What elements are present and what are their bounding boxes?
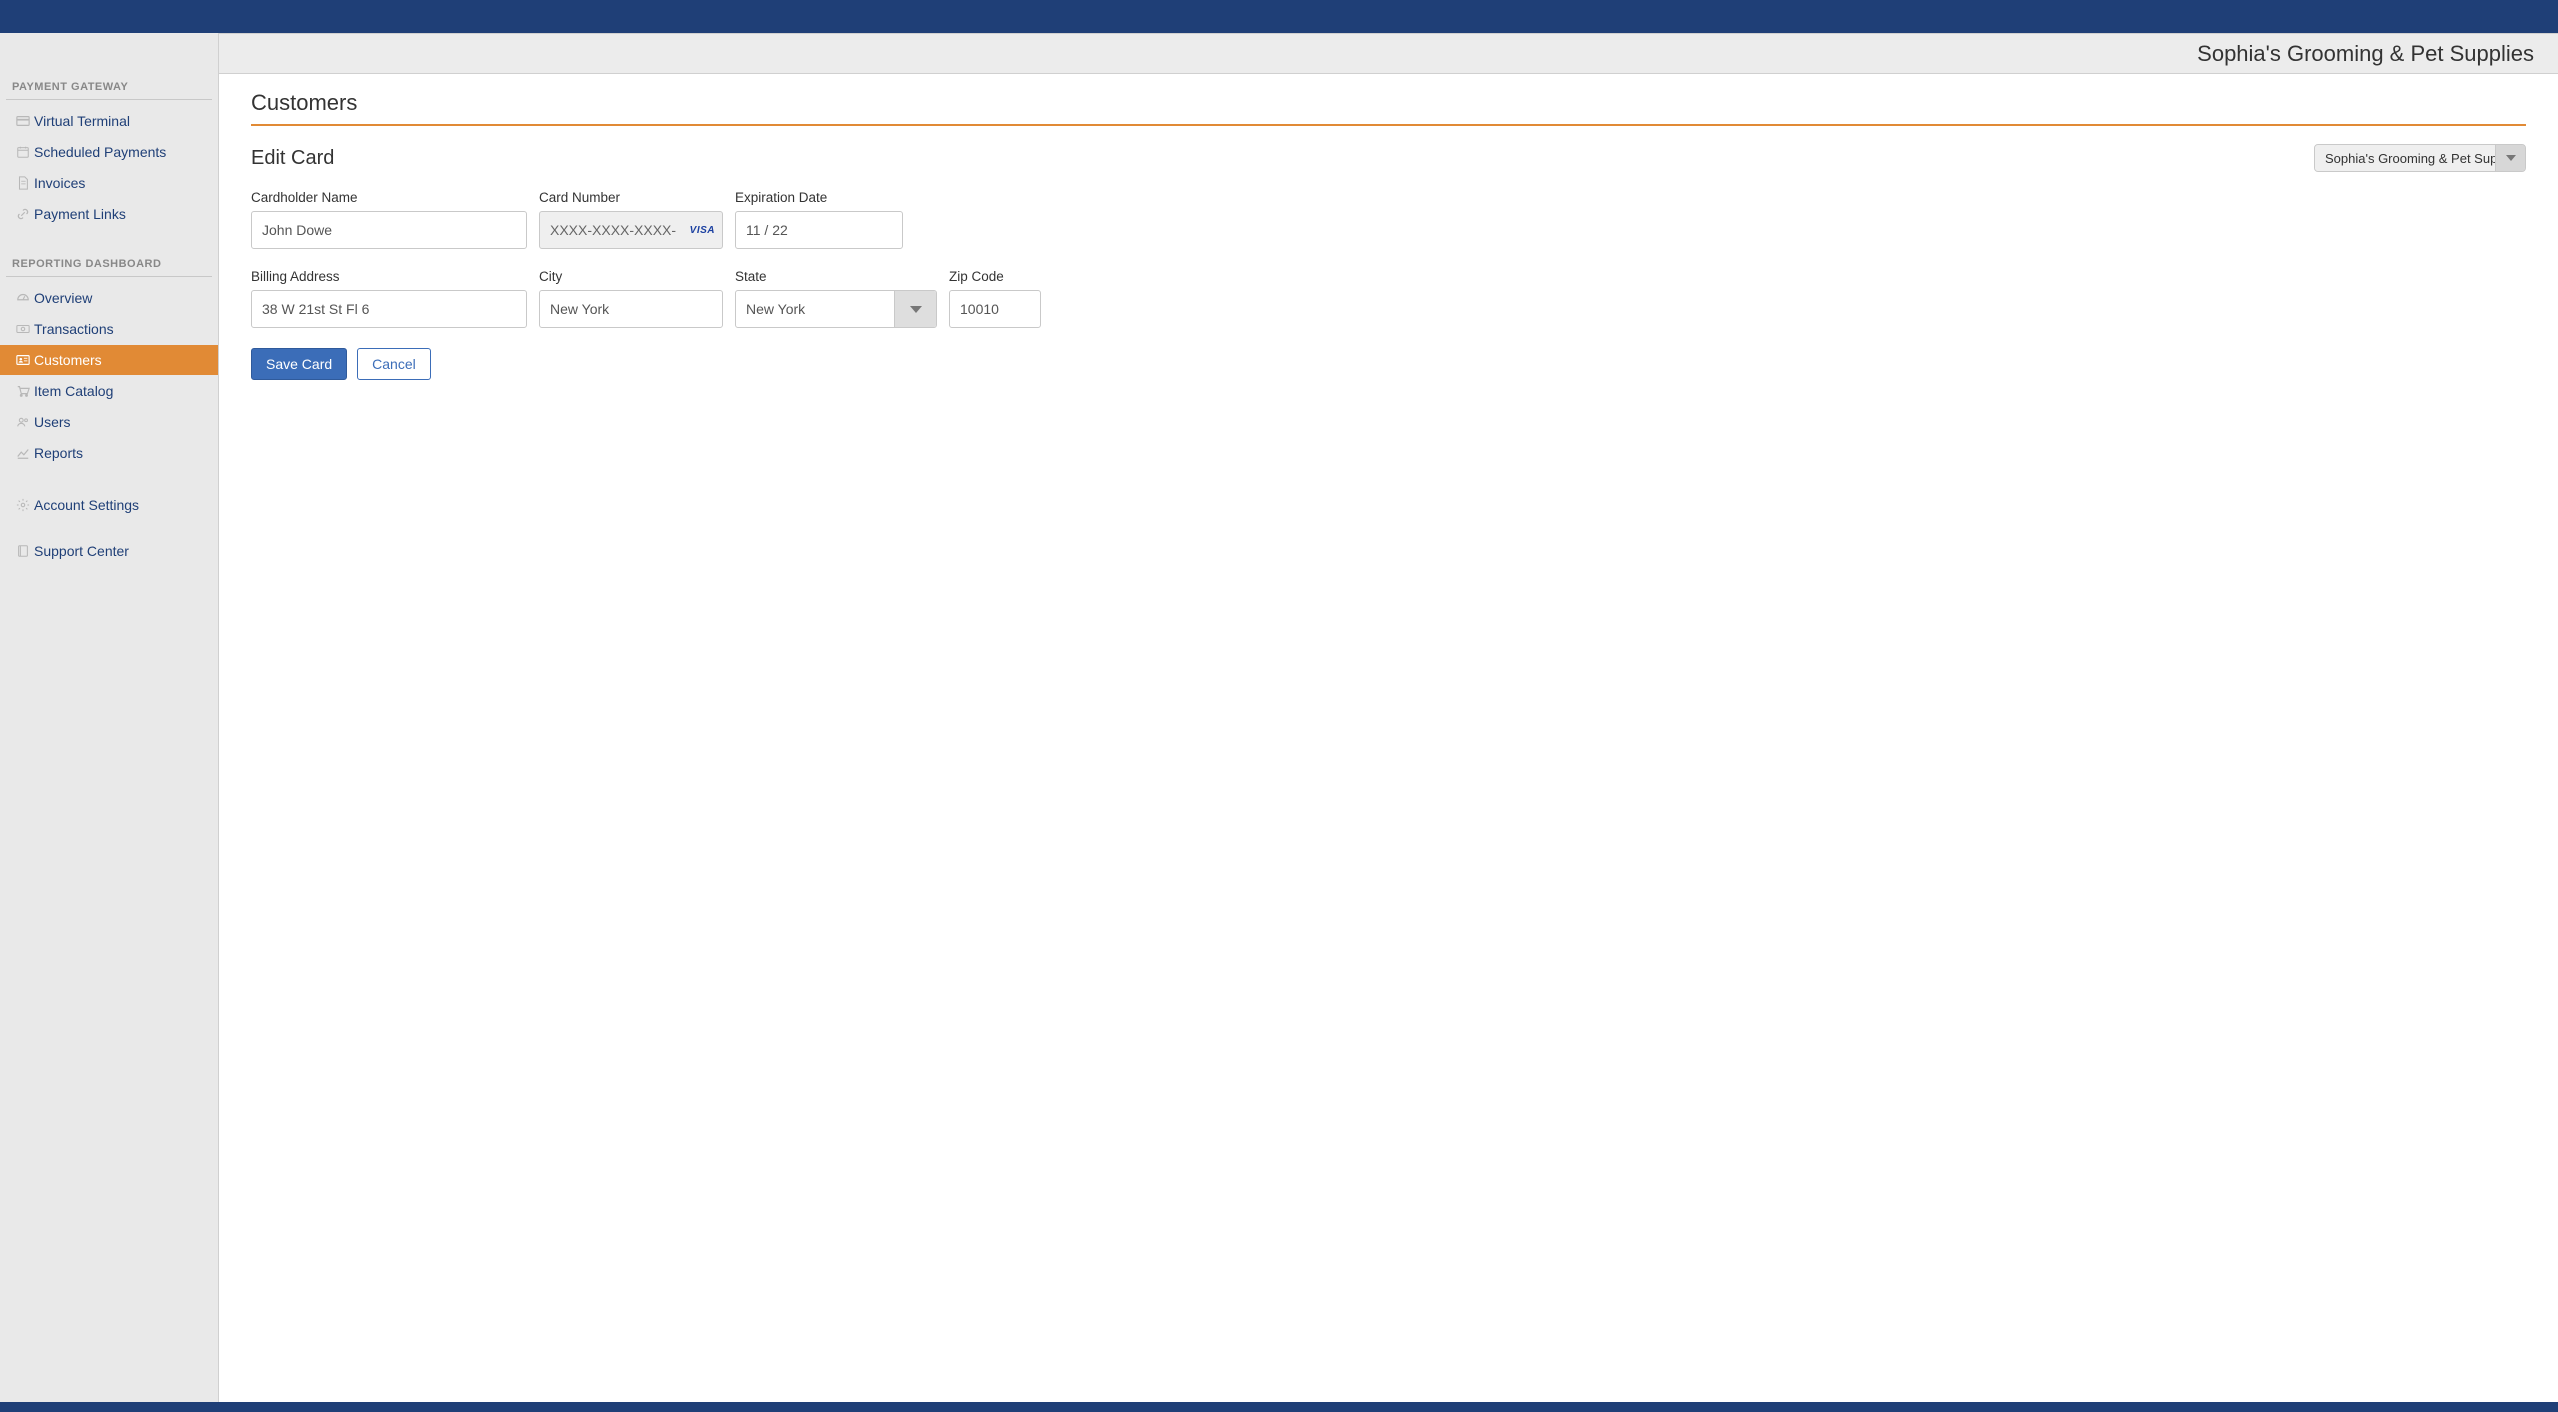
sidebar-item-invoices[interactable]: Invoices xyxy=(0,168,218,198)
sidebar-item-customers[interactable]: Customers xyxy=(0,345,218,375)
state-label: State xyxy=(735,269,937,284)
link-icon xyxy=(12,207,34,221)
top-bar xyxy=(0,0,2558,33)
gear-icon xyxy=(12,498,34,512)
credit-card-icon xyxy=(12,114,34,128)
merchant-name: Sophia's Grooming & Pet Supplies xyxy=(2197,41,2534,67)
city-input[interactable] xyxy=(539,290,723,328)
billing-address-input[interactable] xyxy=(251,290,527,328)
money-icon xyxy=(12,322,34,336)
sidebar-section-title-reporting-dashboard: REPORTING DASHBOARD xyxy=(6,250,212,277)
expiration-input[interactable] xyxy=(735,211,903,249)
chart-icon xyxy=(12,446,34,460)
cardholder-name-input[interactable] xyxy=(251,211,527,249)
expiration-label: Expiration Date xyxy=(735,190,903,205)
id-card-icon xyxy=(12,353,34,367)
merchant-header: Sophia's Grooming & Pet Supplies xyxy=(219,34,2558,74)
sidebar-item-item-catalog[interactable]: Item Catalog xyxy=(0,376,218,406)
users-icon xyxy=(12,415,34,429)
section-title: Edit Card xyxy=(251,147,334,170)
sidebar-item-label: Invoices xyxy=(34,175,212,191)
sidebar-item-label: Account Settings xyxy=(34,497,212,513)
app-body: PAYMENT GATEWAY Virtual Terminal Schedul… xyxy=(0,33,2558,1402)
cardholder-name-label: Cardholder Name xyxy=(251,190,527,205)
sidebar-item-label: Item Catalog xyxy=(34,383,212,399)
sidebar-item-virtual-terminal[interactable]: Virtual Terminal xyxy=(0,106,218,136)
cancel-button[interactable]: Cancel xyxy=(357,348,431,380)
page-title: Customers xyxy=(251,90,2526,126)
chevron-down-icon xyxy=(894,291,936,327)
state-select[interactable]: New York xyxy=(735,290,937,328)
zip-input[interactable] xyxy=(949,290,1041,328)
cart-icon xyxy=(12,384,34,398)
sidebar-item-reports[interactable]: Reports xyxy=(0,438,218,468)
content-area: Customers Edit Card Sophia's Grooming & … xyxy=(219,74,2558,396)
file-icon xyxy=(12,176,34,190)
zip-label: Zip Code xyxy=(949,269,1041,284)
chevron-down-icon xyxy=(2495,145,2525,171)
billing-address-label: Billing Address xyxy=(251,269,527,284)
visa-brand-icon: VISA xyxy=(690,225,715,236)
merchant-selector-value: Sophia's Grooming & Pet Sup… xyxy=(2315,145,2495,171)
calendar-icon xyxy=(12,145,34,159)
state-select-value: New York xyxy=(736,291,894,327)
sidebar-item-payment-links[interactable]: Payment Links xyxy=(0,199,218,229)
bottom-bar xyxy=(0,1402,2558,1412)
sidebar-item-label: Reports xyxy=(34,445,212,461)
merchant-selector[interactable]: Sophia's Grooming & Pet Sup… xyxy=(2314,144,2526,172)
sidebar-item-label: Customers xyxy=(34,352,212,368)
city-label: City xyxy=(539,269,723,284)
sidebar-item-account-settings[interactable]: Account Settings xyxy=(0,490,218,520)
sidebar-item-support-center[interactable]: Support Center xyxy=(0,536,218,566)
card-number-label: Card Number xyxy=(539,190,723,205)
book-icon xyxy=(12,544,34,558)
sidebar-item-users[interactable]: Users xyxy=(0,407,218,437)
sidebar-item-scheduled-payments[interactable]: Scheduled Payments xyxy=(0,137,218,167)
dashboard-icon xyxy=(12,291,34,305)
sidebar-item-label: Virtual Terminal xyxy=(34,113,212,129)
sidebar-section-title-payment-gateway: PAYMENT GATEWAY xyxy=(6,73,212,100)
sidebar-item-transactions[interactable]: Transactions xyxy=(0,314,218,344)
sidebar-item-label: Transactions xyxy=(34,321,212,337)
sidebar-item-label: Payment Links xyxy=(34,206,212,222)
sidebar: PAYMENT GATEWAY Virtual Terminal Schedul… xyxy=(0,33,218,1402)
sidebar-item-label: Users xyxy=(34,414,212,430)
save-card-button[interactable]: Save Card xyxy=(251,348,347,380)
sidebar-item-label: Support Center xyxy=(34,543,212,559)
main-panel: Sophia's Grooming & Pet Supplies Custome… xyxy=(218,33,2558,1402)
sidebar-item-overview[interactable]: Overview xyxy=(0,283,218,313)
sidebar-item-label: Overview xyxy=(34,290,212,306)
sidebar-item-label: Scheduled Payments xyxy=(34,144,212,160)
